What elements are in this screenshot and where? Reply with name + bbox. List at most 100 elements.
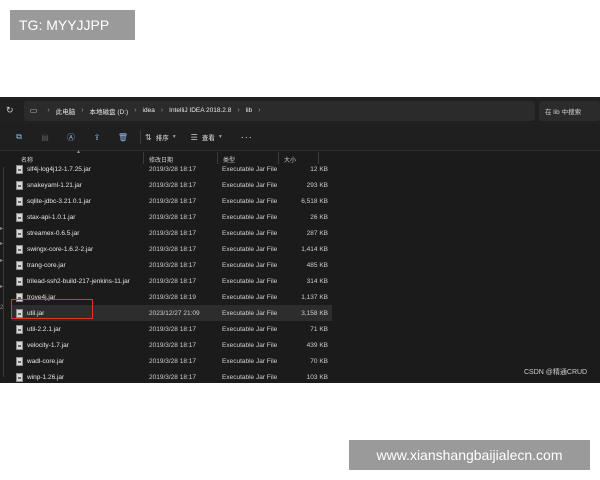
- file-row[interactable]: streamex-0.6.5.jar 2019/3/28 18:17 Executa…: [12, 225, 332, 241]
- file-row[interactable]: slf4j-log4j12-1.7.25.jar 2019/3/28 18:17 E…: [12, 161, 332, 177]
- file-modified: 2019/3/28 18:19: [149, 293, 196, 301]
- address-bar[interactable]: ▭ › 此电脑 › 本地磁盘 (D:) › idea › IntelliJ ID…: [23, 100, 535, 121]
- file-modified: 2019/3/28 18:17: [149, 229, 196, 237]
- file-name: sqlite-jdbc-3.21.0.1.jar: [27, 197, 91, 205]
- file-size: 70 KB: [310, 357, 328, 365]
- nav-tick-icon: ▸: [0, 241, 4, 247]
- search-input[interactable]: 在 lib 中搜索: [538, 100, 600, 121]
- toolbar-divider: [140, 130, 141, 144]
- file-name: velocity-1.7.jar: [27, 341, 69, 349]
- file-type: Executable Jar File: [222, 341, 278, 349]
- view-button[interactable]: ☰ 查看 ▼: [191, 132, 223, 143]
- file-modified: 2019/3/28 18:17: [149, 357, 196, 365]
- file-type: Executable Jar File: [222, 309, 278, 317]
- file-row[interactable]: wadl-core.jar 2019/3/28 18:17 Executable J…: [12, 353, 332, 369]
- file-size: 1,137 KB: [301, 293, 328, 301]
- file-name-cell: streamex-0.6.5.jar: [12, 228, 144, 238]
- jar-file-icon: [16, 180, 23, 190]
- file-modified: 2023/12/27 21:09: [149, 309, 200, 317]
- jar-file-icon: [16, 196, 23, 206]
- file-row[interactable]: util-2.2.1.jar 2019/3/28 18:17 Executable …: [12, 321, 332, 337]
- file-size: 439 KB: [306, 341, 328, 349]
- file-modified: 2019/3/28 18:17: [149, 213, 196, 221]
- file-name: winp-1.26.jar: [27, 373, 65, 381]
- file-type: Executable Jar File: [222, 357, 278, 365]
- file-name: wadl-core.jar: [27, 357, 65, 365]
- file-name-cell: swingx-core-1.6.2-2.jar: [12, 244, 144, 254]
- copy-icon[interactable]: ⧉: [6, 132, 32, 142]
- file-size: 1,414 KB: [301, 245, 328, 253]
- file-name-cell: winp-1.26.jar: [12, 372, 144, 382]
- breadcrumb-separator: ›: [160, 107, 164, 114]
- file-type: Executable Jar File: [222, 373, 278, 381]
- monitor-icon: ▭: [29, 106, 38, 115]
- file-row[interactable]: trilead-ssh2-build-217-jenkins-11.jar 201…: [12, 273, 332, 289]
- file-size: 3,158 KB: [301, 309, 328, 317]
- breadcrumb-this-pc[interactable]: 此电脑: [56, 106, 76, 116]
- breadcrumb-local-disk[interactable]: 本地磁盘 (D:): [90, 106, 129, 116]
- chevron-down-icon: ▼: [171, 134, 177, 140]
- delete-icon[interactable]: 🗑: [110, 133, 136, 142]
- breadcrumb-separator: ›: [258, 107, 261, 114]
- file-name-cell: util-2.2.1.jar: [12, 324, 144, 334]
- file-row[interactable]: winp-1.26.jar 2019/3/28 18:17 Executable J…: [12, 369, 332, 383]
- file-row[interactable]: trang-core.jar 2019/3/28 18:17 Executable …: [12, 257, 332, 273]
- breadcrumb-separator: ›: [134, 107, 137, 114]
- file-name-cell: sqlite-jdbc-3.21.0.1.jar: [12, 196, 144, 206]
- share-icon[interactable]: ⇪: [84, 133, 110, 142]
- file-type: Executable Jar File: [222, 197, 278, 205]
- file-modified: 2019/3/28 18:17: [149, 325, 196, 333]
- breadcrumb-separator: ›: [81, 107, 84, 114]
- file-name: util-2.2.1.jar: [27, 325, 61, 333]
- file-type: Executable Jar File: [222, 293, 278, 301]
- jar-file-icon: [16, 244, 23, 254]
- jar-file-icon: [16, 212, 23, 222]
- breadcrumb-intellij[interactable]: IntelliJ IDEA 2018.2.8: [169, 107, 231, 114]
- view-label: 查看: [201, 135, 215, 142]
- tg-label: TG: MYYJJPP: [10, 10, 135, 40]
- file-type: Executable Jar File: [222, 165, 278, 173]
- file-row[interactable]: swingx-core-1.6.2-2.jar 2019/3/28 18:17 Ex…: [12, 241, 332, 257]
- file-type: Executable Jar File: [222, 213, 278, 221]
- jar-file-icon: [16, 164, 23, 174]
- file-modified: 2019/3/28 18:17: [149, 197, 196, 205]
- command-toolbar: ⧉ ▤ Ⓐ ⇪ 🗑 ⇅ 排序 ▼ ☰ 查看 ▼ ···: [0, 124, 600, 151]
- file-row[interactable]: stax-api-1.0.1.jar 2019/3/28 18:17 Executa…: [12, 209, 332, 225]
- breadcrumb-separator: ›: [237, 107, 240, 114]
- chevron-down-icon: ▼: [217, 134, 223, 140]
- paste-icon[interactable]: ▤: [32, 133, 58, 142]
- sort-icon: ⇅: [145, 132, 152, 142]
- breadcrumb-idea[interactable]: idea: [143, 107, 155, 114]
- nav-tick-icon: ▸: [0, 226, 4, 232]
- breadcrumb-lib[interactable]: lib: [246, 107, 253, 114]
- breadcrumb-separator: ›: [47, 107, 50, 114]
- file-name: slf4j-log4j12-1.7.25.jar: [27, 165, 91, 173]
- file-row[interactable]: snakeyaml-1.21.jar 2019/3/28 18:17 Executa…: [12, 177, 332, 193]
- file-name-cell: trang-core.jar: [12, 260, 144, 270]
- file-modified: 2019/3/28 18:17: [149, 245, 196, 253]
- file-name: stax-api-1.0.1.jar: [27, 213, 76, 221]
- jar-file-icon: [16, 356, 23, 366]
- nav-tick-icon: 2: [0, 305, 4, 311]
- rename-icon[interactable]: Ⓐ: [58, 132, 84, 143]
- jar-file-icon: [16, 276, 23, 286]
- file-row[interactable]: velocity-1.7.jar 2019/3/28 18:17 Executabl…: [12, 337, 332, 353]
- file-size: 314 KB: [306, 277, 328, 285]
- sort-button[interactable]: ⇅ 排序 ▼: [145, 132, 177, 143]
- file-size: 71 KB: [310, 325, 328, 333]
- nav-pane-edge: [3, 167, 4, 377]
- file-explorer-window: ↻ ▭ › 此电脑 › 本地磁盘 (D:) › idea › IntelliJ …: [0, 97, 600, 383]
- sort-arrow-icon: ▲: [76, 149, 81, 155]
- file-type: Executable Jar File: [222, 261, 278, 269]
- more-button[interactable]: ···: [241, 132, 253, 142]
- file-row[interactable]: sqlite-jdbc-3.21.0.1.jar 2019/3/28 18:17 E…: [12, 193, 332, 209]
- refresh-icon[interactable]: ↻: [6, 105, 18, 116]
- csdn-watermark: CSDN @精通CRUD: [524, 369, 588, 376]
- file-name-cell: snakeyaml-1.21.jar: [12, 180, 144, 190]
- jar-file-icon: [16, 340, 23, 350]
- file-modified: 2019/3/28 18:17: [149, 261, 196, 269]
- file-name-cell: stax-api-1.0.1.jar: [12, 212, 144, 222]
- file-type: Executable Jar File: [222, 181, 278, 189]
- file-name: trilead-ssh2-build-217-jenkins-11.jar: [27, 277, 130, 285]
- file-type: Executable Jar File: [222, 245, 278, 253]
